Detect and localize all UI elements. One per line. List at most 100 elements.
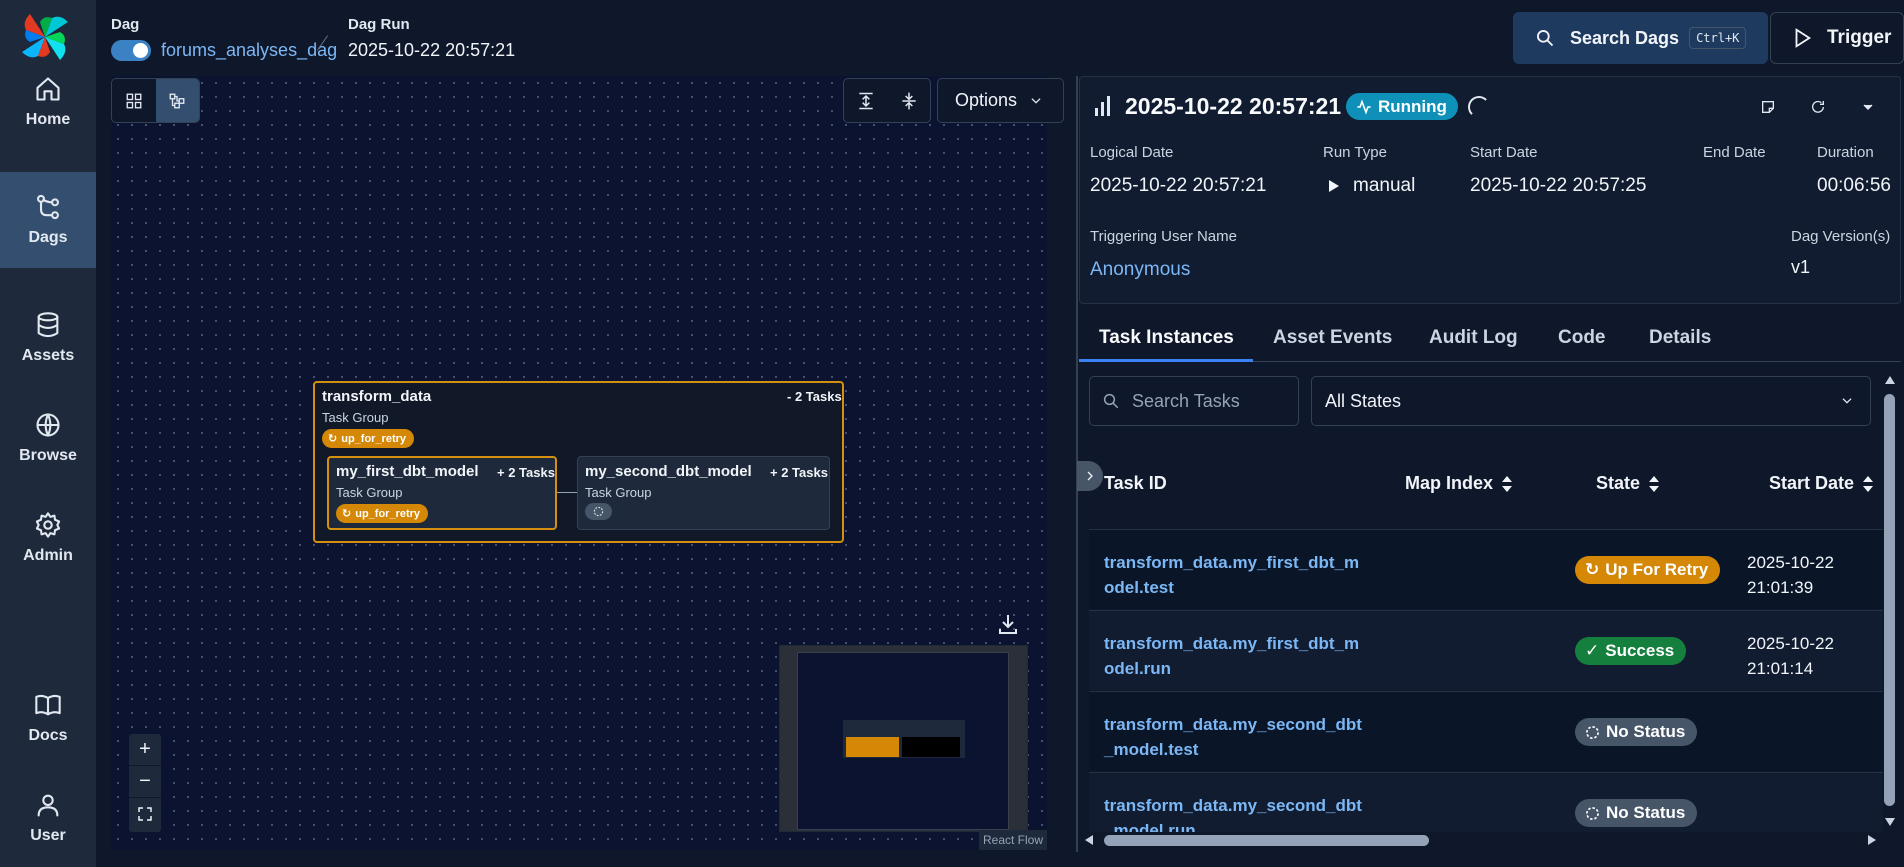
collapse-vertical-button[interactable] xyxy=(887,79,930,122)
graph-view-button[interactable] xyxy=(155,79,199,122)
expand-panel-button[interactable] xyxy=(1077,461,1103,491)
scroll-up-arrow-icon[interactable] xyxy=(1885,376,1895,384)
logical-date-label: Logical Date xyxy=(1090,144,1174,161)
group-subtitle: Task Group xyxy=(322,410,389,425)
group-state-badge: ↻ up_for_retry xyxy=(322,429,415,448)
sidebar-item-user[interactable]: User xyxy=(0,770,96,866)
options-label: Options xyxy=(955,90,1018,110)
dag-run-value: 2025-10-22 20:57:21 xyxy=(348,40,516,60)
sort-icon xyxy=(1863,475,1874,492)
triggering-user-label: Triggering User Name xyxy=(1090,228,1237,245)
more-actions-button[interactable] xyxy=(1856,95,1880,119)
fit-vertical-button[interactable] xyxy=(844,79,887,122)
dags-icon xyxy=(37,194,59,220)
zoom-out-button[interactable]: − xyxy=(129,766,161,798)
sidebar-item-admin[interactable]: Admin xyxy=(0,490,96,586)
retry-icon: ↻ xyxy=(328,433,338,445)
task-id-link[interactable]: transform_data.my_second_dbt_model.test xyxy=(1104,712,1364,762)
state-text: Success xyxy=(1605,641,1675,660)
view-toggle xyxy=(111,78,200,123)
options-dropdown[interactable]: Options xyxy=(937,78,1064,123)
plus-icon: + xyxy=(139,738,151,760)
trigger-button[interactable]: Trigger xyxy=(1770,12,1904,64)
user-icon xyxy=(37,794,59,817)
node-state-text: up_for_retry xyxy=(355,507,421,520)
tab-code[interactable]: Code xyxy=(1558,327,1606,349)
task-id-link[interactable]: transform_data.my_first_dbt_model.run xyxy=(1104,631,1364,681)
node-subtitle: Task Group xyxy=(585,485,652,500)
play-icon xyxy=(1329,180,1339,192)
collapse-vertical-icon xyxy=(901,92,916,109)
note-button[interactable] xyxy=(1756,95,1780,119)
vertical-scroll-thumb[interactable] xyxy=(1884,394,1895,806)
layout-direction-buttons xyxy=(843,78,931,123)
tab-audit-log[interactable]: Audit Log xyxy=(1429,327,1518,349)
column-header-start-date[interactable]: Start Date xyxy=(1769,473,1874,494)
state-badge: ↻ Up For Retry xyxy=(1575,556,1721,584)
column-header-map-index[interactable]: Map Index xyxy=(1405,473,1513,494)
activity-icon xyxy=(1357,98,1371,115)
state-text: No Status xyxy=(1606,722,1686,741)
refresh-button[interactable] xyxy=(1806,95,1830,119)
state-badge: No Status xyxy=(1575,718,1698,746)
task-id-link[interactable]: transform_data.my_second_dbt_model.run xyxy=(1104,793,1364,832)
app-root: Home Dags Assets Browse Admin Docs User … xyxy=(0,0,1904,867)
minimap[interactable] xyxy=(779,645,1028,832)
scroll-down-arrow-icon[interactable] xyxy=(1885,818,1895,826)
run-type-label: Run Type xyxy=(1323,144,1387,161)
react-flow-attribution[interactable]: React Flow xyxy=(979,830,1047,850)
start-date-label: Start Date xyxy=(1470,144,1538,161)
sidebar-item-docs[interactable]: Docs xyxy=(0,670,96,766)
task-id-link[interactable]: transform_data.my_first_dbt_model.test xyxy=(1104,550,1364,600)
chevron-down-icon xyxy=(1031,97,1041,104)
duration-value: 00:06:56 xyxy=(1817,175,1891,196)
sidebar-item-label: User xyxy=(30,827,66,844)
sidebar-item-browse[interactable]: Browse xyxy=(0,390,96,486)
active-tab-indicator xyxy=(1079,359,1253,362)
node-title: my_first_dbt_model xyxy=(336,463,479,480)
start-date-value: 2025-10-22 20:57:25 xyxy=(1470,175,1647,196)
dag-version-value: v1 xyxy=(1791,257,1811,277)
zoom-in-button[interactable]: + xyxy=(129,734,161,766)
refresh-icon xyxy=(1812,100,1824,113)
tab-asset-events[interactable]: Asset Events xyxy=(1273,327,1392,349)
triggering-user-link[interactable]: Anonymous xyxy=(1090,259,1190,281)
column-header-state[interactable]: State xyxy=(1596,473,1660,494)
download-icon[interactable] xyxy=(996,612,1020,636)
sidebar-item-assets[interactable]: Assets xyxy=(0,290,96,386)
scroll-right-arrow-icon[interactable] xyxy=(1868,835,1876,845)
play-icon xyxy=(1795,28,1812,48)
horizontal-scrollbar[interactable] xyxy=(1081,832,1881,849)
graph-edge xyxy=(557,492,577,493)
group-task-count[interactable]: - 2 Tasks xyxy=(787,389,842,404)
grid-view-button[interactable] xyxy=(112,79,156,122)
tab-task-instances[interactable]: Task Instances xyxy=(1099,327,1234,349)
dag-pause-toggle[interactable] xyxy=(111,40,151,61)
scroll-left-arrow-icon[interactable] xyxy=(1085,835,1093,845)
search-dags-button[interactable]: Search Dags Ctrl+K xyxy=(1513,12,1768,64)
trigger-label: Trigger xyxy=(1827,27,1892,48)
column-label: Task ID xyxy=(1104,473,1167,493)
sidebar-item-label: Home xyxy=(25,111,71,128)
zoom-controls: + − xyxy=(129,734,161,832)
search-tasks-input[interactable] xyxy=(1132,390,1292,412)
sort-icon xyxy=(1502,475,1513,492)
tab-details[interactable]: Details xyxy=(1649,327,1711,349)
sidebar-item-label: Browse xyxy=(19,447,77,464)
fit-view-button[interactable] xyxy=(129,798,161,830)
chevron-down-icon xyxy=(1842,398,1852,404)
sidebar-item-home[interactable]: Home xyxy=(0,54,96,150)
vertical-scrollbar[interactable] xyxy=(1881,372,1898,832)
minus-icon: − xyxy=(139,770,151,792)
search-tasks-field xyxy=(1089,376,1299,426)
no-status-icon xyxy=(593,506,604,517)
state-filter-select[interactable]: All States xyxy=(1311,376,1871,426)
state-text: No Status xyxy=(1606,803,1686,822)
node-task-count[interactable]: + 2 Tasks xyxy=(497,465,555,480)
horizontal-scroll-thumb[interactable] xyxy=(1104,835,1429,846)
column-header-task-id[interactable]: Task ID xyxy=(1104,473,1167,494)
dag-name-link[interactable]: forums_analyses_dag xyxy=(161,40,337,61)
dag-run-label: Dag Run xyxy=(348,16,410,33)
sidebar-item-dags[interactable]: Dags xyxy=(0,172,96,268)
node-task-count[interactable]: + 2 Tasks xyxy=(770,465,828,480)
